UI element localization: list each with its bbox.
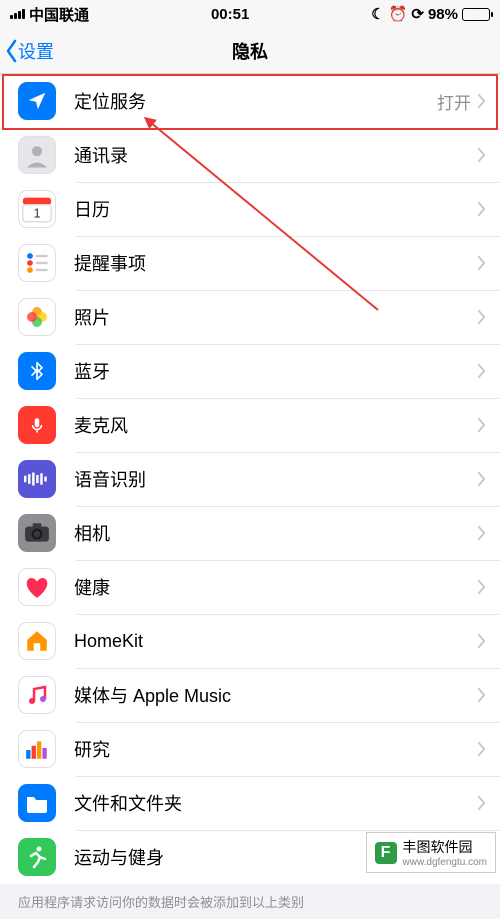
row-files[interactable]: 文件和文件夹	[0, 776, 500, 830]
row-music[interactable]: 媒体与 Apple Music	[0, 668, 500, 722]
watermark-title: 丰图软件园	[403, 837, 488, 857]
svg-text:1: 1	[33, 206, 40, 221]
photos-icon	[18, 298, 56, 336]
row-label: 定位服务	[74, 88, 437, 114]
chevron-right-icon	[477, 417, 486, 433]
row-label: 语音识别	[74, 466, 477, 492]
chevron-right-icon	[477, 309, 486, 325]
speech-icon	[18, 460, 56, 498]
nav-bar: 设置 隐私	[0, 28, 500, 74]
battery-icon	[462, 8, 490, 21]
mic-icon	[18, 406, 56, 444]
page-title: 隐私	[232, 38, 268, 64]
row-location[interactable]: 定位服务 打开	[0, 74, 500, 128]
status-right: ☾ ⏰ ⟳ 98%	[371, 5, 490, 23]
row-label: 相机	[74, 520, 477, 546]
files-icon	[18, 784, 56, 822]
row-camera[interactable]: 相机	[0, 506, 500, 560]
row-label: 研究	[74, 736, 477, 762]
camera-icon	[18, 514, 56, 552]
status-bar: 中国联通 00:51 ☾ ⏰ ⟳ 98%	[0, 0, 500, 28]
row-label: 文件和文件夹	[74, 790, 477, 816]
reminders-icon	[18, 244, 56, 282]
row-label: 通讯录	[74, 142, 477, 168]
row-label: 麦克风	[74, 412, 477, 438]
row-calendar[interactable]: 1 日历	[0, 182, 500, 236]
chevron-right-icon	[477, 255, 486, 271]
calendar-icon: 1	[18, 190, 56, 228]
row-label: 日历	[74, 196, 477, 222]
chevron-right-icon	[477, 147, 486, 163]
chevron-right-icon	[477, 795, 486, 811]
watermark-logo-icon: F	[375, 842, 397, 864]
row-contacts[interactable]: 通讯录	[0, 128, 500, 182]
music-icon	[18, 676, 56, 714]
row-mic[interactable]: 麦克风	[0, 398, 500, 452]
bluetooth-icon	[18, 352, 56, 390]
chevron-left-icon	[4, 39, 18, 63]
chevron-right-icon	[477, 633, 486, 649]
health-icon	[18, 568, 56, 606]
carrier-label: 中国联通	[29, 4, 89, 25]
chevron-right-icon	[477, 579, 486, 595]
chevron-right-icon	[477, 363, 486, 379]
row-research[interactable]: 研究	[0, 722, 500, 776]
row-label: 健康	[74, 574, 477, 600]
row-label: HomeKit	[74, 631, 477, 652]
battery-pct: 98%	[428, 6, 458, 23]
status-left: 中国联通	[10, 4, 89, 25]
moon-icon: ☾	[371, 5, 384, 23]
row-health[interactable]: 健康	[0, 560, 500, 614]
watermark: F 丰图软件园 www.dgfengtu.com	[366, 832, 497, 873]
back-button[interactable]: 设置	[4, 38, 54, 64]
row-label: 提醒事项	[74, 250, 477, 276]
location-icon	[18, 82, 56, 120]
row-homekit[interactable]: HomeKit	[0, 614, 500, 668]
row-label: 照片	[74, 304, 477, 330]
row-label: 媒体与 Apple Music	[74, 682, 477, 708]
chevron-right-icon	[477, 525, 486, 541]
row-photos[interactable]: 照片	[0, 290, 500, 344]
alarm-icon: ⏰	[389, 5, 408, 23]
signal-icon	[10, 9, 25, 19]
back-label: 设置	[18, 38, 54, 64]
chevron-right-icon	[477, 93, 486, 109]
research-icon	[18, 730, 56, 768]
privacy-list: 定位服务 打开 通讯录 1 日历 提醒事项 照片 蓝牙 麦克风 语音识别	[0, 74, 500, 884]
row-status: 打开	[437, 89, 471, 114]
contacts-icon	[18, 136, 56, 174]
chevron-right-icon	[477, 471, 486, 487]
chevron-right-icon	[477, 741, 486, 757]
chevron-right-icon	[477, 201, 486, 217]
row-bluetooth[interactable]: 蓝牙	[0, 344, 500, 398]
homekit-icon	[18, 622, 56, 660]
row-reminders[interactable]: 提醒事项	[0, 236, 500, 290]
status-time: 00:51	[211, 6, 249, 23]
watermark-url: www.dgfengtu.com	[403, 857, 488, 868]
row-label: 蓝牙	[74, 358, 477, 384]
row-speech[interactable]: 语音识别	[0, 452, 500, 506]
footer-note: 应用程序请求访问你的数据时会被添加到以上类别	[0, 884, 500, 919]
fitness-icon	[18, 838, 56, 876]
lock-icon: ⟳	[411, 5, 424, 23]
chevron-right-icon	[477, 687, 486, 703]
